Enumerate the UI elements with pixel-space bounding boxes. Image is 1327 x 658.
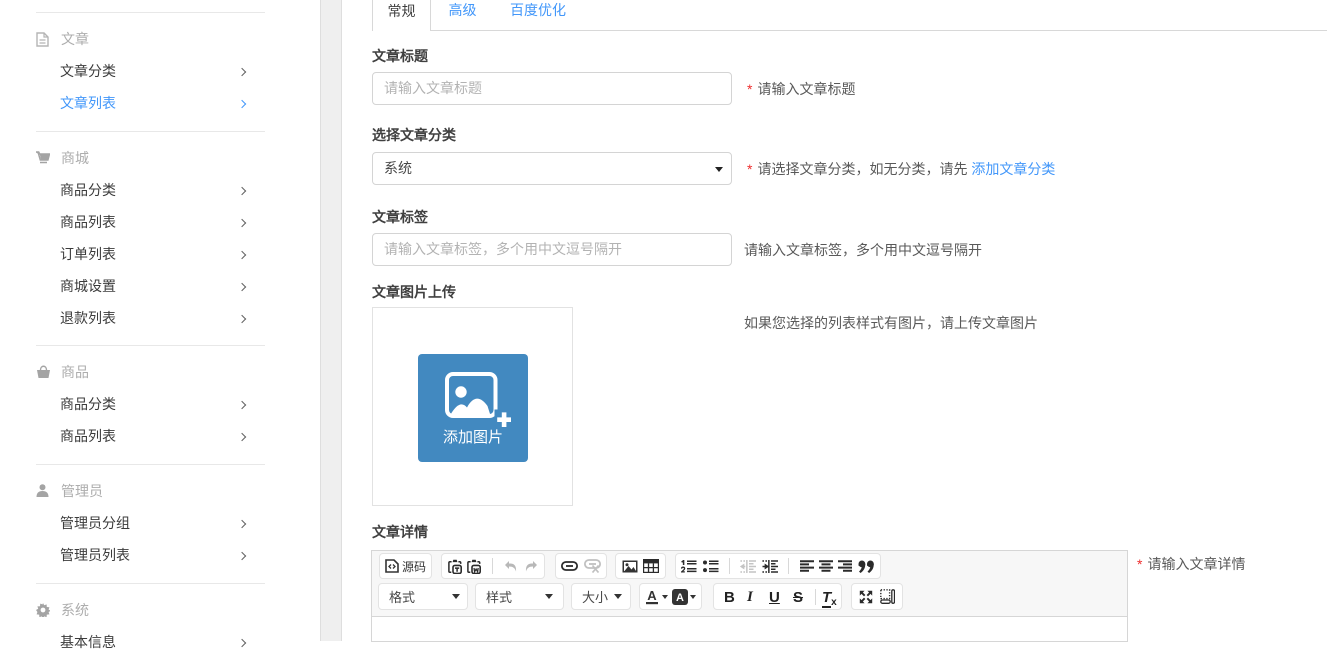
svg-text:A: A <box>676 592 684 604</box>
svg-text:A: A <box>647 589 657 603</box>
